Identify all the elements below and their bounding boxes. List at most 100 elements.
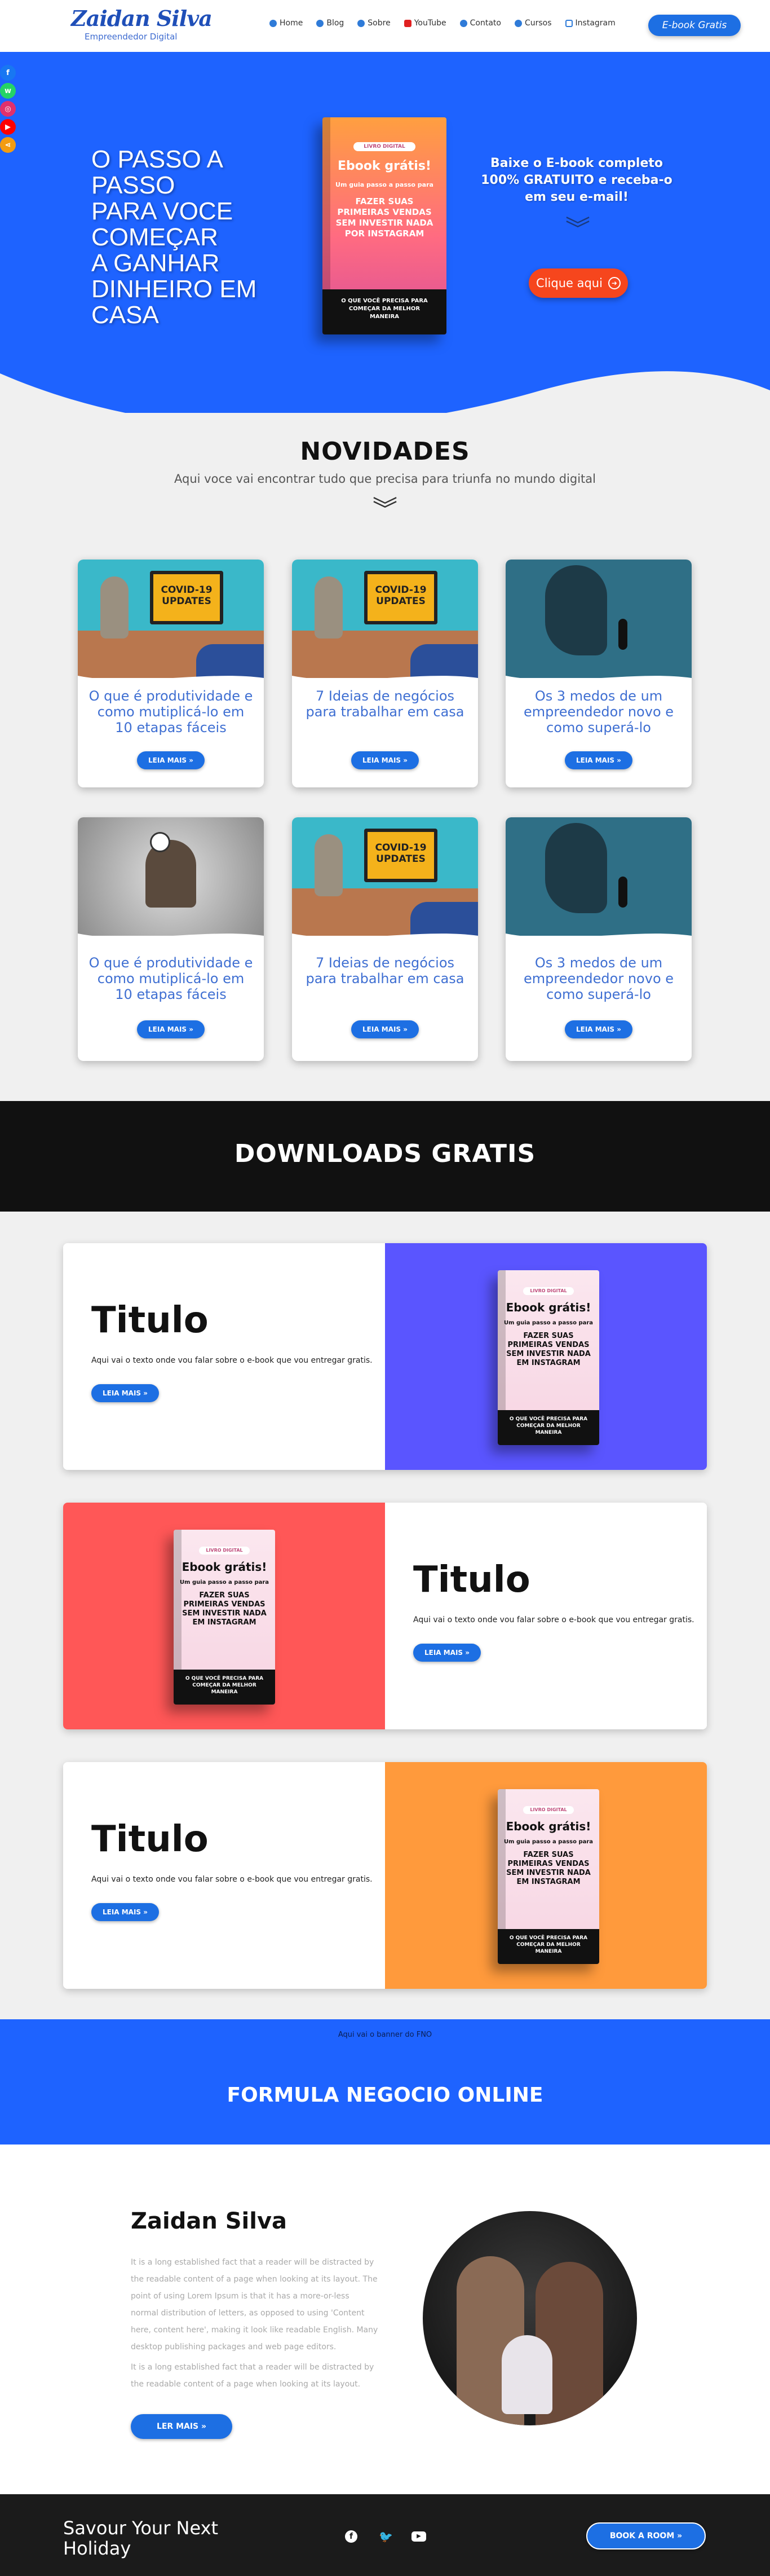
- multitask-person-illustration: [145, 840, 196, 908]
- download-title: Titulo: [91, 1818, 209, 1860]
- post-title[interactable]: O que é produtividade e como mutiplicá-l…: [78, 678, 264, 751]
- button-label: LEIA MAIS: [576, 756, 615, 764]
- post-title[interactable]: Os 3 medos de um empreendedor novo e com…: [506, 678, 692, 751]
- button-label: LEIA MAIS: [102, 1908, 141, 1916]
- post-image-fear: [506, 560, 692, 678]
- profile-paragraph: It is a long established fact that a rea…: [131, 2363, 374, 2389]
- leia-mais-button[interactable]: LEIA MAIS »: [91, 1384, 159, 1402]
- nav-youtube[interactable]: YouTube: [404, 19, 446, 28]
- post-image-productivity: [78, 817, 264, 936]
- post-title[interactable]: Os 3 medos de um empreendedor novo e com…: [506, 936, 692, 1020]
- post-image-covid: COVID-19 UPDATES: [292, 817, 478, 936]
- book-badge: LIVRO DIGITAL: [523, 1287, 574, 1295]
- covid-sign: COVID-19 UPDATES: [150, 571, 223, 624]
- twitter-icon[interactable]: 🐦: [379, 2530, 393, 2543]
- logo-subtitle: Empreendedor Digital: [85, 32, 178, 42]
- ebook-cover: LIVRO DIGITAL Ebook grátis! Um guia pass…: [174, 1530, 275, 1705]
- baby-figure: [502, 2335, 552, 2414]
- cat-illustration: [315, 576, 343, 639]
- leia-mais-button[interactable]: LEIA MAIS »: [565, 751, 632, 769]
- hero-title-line: PARA VOCE: [91, 197, 233, 225]
- download-image-panel: LIVRO DIGITAL Ebook grátis! Um guia pass…: [63, 1503, 385, 1729]
- leia-mais-button[interactable]: LEIA MAIS »: [565, 1020, 632, 1038]
- download-card: LIVRO DIGITAL Ebook grátis! Um guia pass…: [63, 1503, 707, 1729]
- facebook-icon[interactable]: f: [0, 65, 16, 81]
- ebook-gratis-button[interactable]: E-book Gratis: [648, 15, 741, 36]
- nav-label: Sobre: [368, 19, 391, 28]
- main-nav: Home Blog Sobre YouTube Contato Cursos I…: [269, 19, 629, 28]
- leia-mais-button[interactable]: LEIA MAIS »: [137, 1020, 205, 1038]
- post-card[interactable]: COVID-19 UPDATES O que é produtividade e…: [78, 560, 264, 787]
- downloads-title: DOWNLOADS GRATIS: [234, 1139, 536, 1168]
- book-sub: Um guia passo a passo para: [503, 1320, 594, 1326]
- nav-cursos[interactable]: Cursos: [514, 19, 552, 28]
- book-badge: LIVRO DIGITAL: [353, 142, 415, 151]
- clock-icon: [150, 832, 170, 852]
- instagram-share-icon[interactable]: ◎: [0, 101, 16, 117]
- youtube-icon[interactable]: ▶: [411, 2531, 426, 2542]
- nav-label: Blog: [326, 19, 344, 28]
- cat-illustration: [100, 576, 129, 639]
- nav-contato[interactable]: Contato: [459, 19, 501, 28]
- info-icon: [357, 19, 365, 27]
- post-card[interactable]: COVID-19 UPDATES 7 Ideias de negócios pa…: [292, 817, 478, 1061]
- ebook-cover: LIVRO DIGITAL Ebook grátis! Um guia pass…: [498, 1270, 599, 1445]
- youtube-icon: [404, 19, 411, 27]
- instagram-icon: [565, 19, 573, 27]
- nav-sobre[interactable]: Sobre: [357, 19, 391, 28]
- download-image-panel: LIVRO DIGITAL Ebook grátis! Um guia pass…: [385, 1762, 707, 1989]
- whatsapp-icon[interactable]: w: [0, 83, 16, 99]
- covid-sign: COVID-19 UPDATES: [364, 571, 437, 624]
- leia-mais-button[interactable]: LEIA MAIS »: [351, 751, 419, 769]
- running-man-illustration: [618, 619, 627, 650]
- leia-mais-button[interactable]: LEIA MAIS »: [91, 1903, 159, 1921]
- nav-home[interactable]: Home: [269, 19, 303, 28]
- book-title: Ebook grátis!: [182, 1560, 267, 1574]
- nav-blog[interactable]: Blog: [316, 19, 344, 28]
- leia-mais-button[interactable]: LEIA MAIS »: [351, 1020, 419, 1038]
- check-icon: [514, 19, 522, 27]
- book-title: Ebook grátis!: [338, 159, 431, 173]
- post-card[interactable]: COVID-19 UPDATES 7 Ideias de negócios pa…: [292, 560, 478, 787]
- nav-label: Instagram: [575, 19, 616, 28]
- share-icon[interactable]: ⋖: [0, 137, 16, 153]
- book-title: Ebook grátis!: [506, 1820, 591, 1833]
- post-card[interactable]: Os 3 medos de um empreendedor novo e com…: [506, 560, 692, 787]
- clique-aqui-button[interactable]: Clique aqui ➜: [529, 268, 628, 298]
- facebook-icon[interactable]: f: [345, 2530, 357, 2543]
- book-a-room-button[interactable]: BOOK A ROOM »: [586, 2522, 706, 2549]
- post-card[interactable]: O que é produtividade e como mutiplicá-l…: [78, 817, 264, 1061]
- post-card[interactable]: Os 3 medos de um empreendedor novo e com…: [506, 817, 692, 1061]
- button-label: LER MAIS: [156, 2422, 199, 2431]
- fno-title: FORMULA NEGOCIO ONLINE: [227, 2084, 543, 2107]
- button-label: LEIA MAIS: [148, 756, 187, 764]
- download-text: Aqui vai o texto onde vou falar sobre o …: [91, 1356, 373, 1365]
- post-title[interactable]: O que é produtividade e como mutiplicá-l…: [78, 936, 264, 1020]
- post-title[interactable]: 7 Ideias de negócios para trabalhar em c…: [292, 936, 478, 1020]
- blog-icon: [316, 19, 324, 27]
- button-label: LEIA MAIS: [102, 1389, 141, 1397]
- ler-mais-button[interactable]: LER MAIS »: [131, 2414, 232, 2439]
- book-badge: LIVRO DIGITAL: [199, 1547, 250, 1555]
- youtube-share-icon[interactable]: ▶: [0, 119, 16, 135]
- button-label: BOOK A ROOM: [609, 2531, 675, 2540]
- post-title[interactable]: 7 Ideias de negócios para trabalhar em c…: [292, 678, 478, 751]
- covid-sign: COVID-19 UPDATES: [364, 829, 437, 882]
- hero-title-line: O PASSO A PASSO: [91, 146, 222, 199]
- social-share-bar: f w ◎ ▶ ⋖: [0, 65, 17, 155]
- leia-mais-button[interactable]: LEIA MAIS »: [413, 1644, 481, 1662]
- double-chevron-down-icon: ︾: [373, 495, 397, 524]
- book-sub: Um guia passo a passo para: [503, 1839, 594, 1845]
- logo[interactable]: Zaidan Silva: [71, 6, 213, 31]
- profile-name: Zaidan Silva: [131, 2208, 287, 2234]
- book-main: FAZER SUAS PRIMEIRAS VENDAS SEM INVESTIR…: [506, 1332, 591, 1367]
- button-label: LEIA MAIS: [362, 756, 401, 764]
- download-card: Titulo Aqui vai o texto onde vou falar s…: [63, 1762, 707, 1989]
- leia-mais-button[interactable]: LEIA MAIS »: [137, 751, 205, 769]
- hero-title-line: A GANHAR: [91, 249, 220, 277]
- monster-shadow-illustration: [545, 565, 607, 655]
- nav-instagram[interactable]: Instagram: [565, 19, 616, 28]
- double-chevron-down-icon: ︾: [565, 215, 590, 244]
- nav-label: Home: [280, 19, 303, 28]
- download-card: Titulo Aqui vai o texto onde vou falar s…: [63, 1243, 707, 1470]
